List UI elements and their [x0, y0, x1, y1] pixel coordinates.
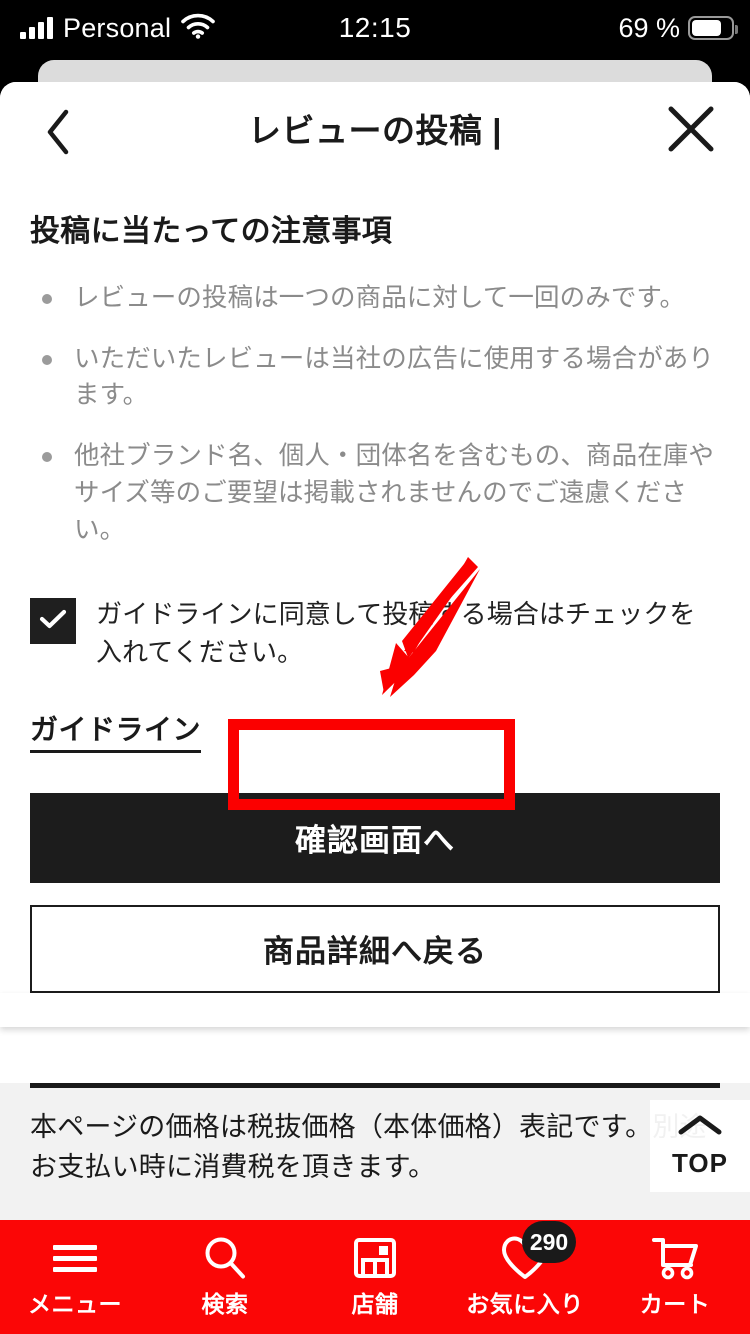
- status-bar: Personal 12:15 69 %: [0, 0, 750, 56]
- nav-item-menu[interactable]: メニュー: [0, 1220, 150, 1334]
- search-icon: [202, 1235, 248, 1281]
- guideline-link[interactable]: ガイドライン: [30, 708, 202, 753]
- footer-top-rule: [30, 1082, 720, 1088]
- review-modal-sheet: レビューの投稿 | 投稿に当たっての注意事項 レビューの投稿は一つの商品に対して…: [0, 82, 750, 1334]
- back-to-product-button[interactable]: 商品詳細へ戻る: [30, 904, 720, 993]
- list-item: レビューの投稿は一つの商品に対して一回のみです。: [30, 280, 720, 317]
- footer-tax-note: 本ページの価格は税抜価格（本体価格）表記です。別途お支払い時に消費税を頂きます。: [30, 1111, 707, 1182]
- sheet-divider-shadow: [0, 992, 750, 1027]
- heart-icon: 290: [500, 1221, 576, 1281]
- nav-label: お気に入り: [466, 1291, 584, 1317]
- confirm-screen-button[interactable]: 確認画面へ: [30, 792, 720, 883]
- scroll-to-top-label: TOP: [672, 1148, 728, 1178]
- nav-label: メニュー: [28, 1291, 122, 1317]
- nav-item-cart[interactable]: カート: [600, 1220, 750, 1334]
- list-item: いただいたレビューは当社の広告に使用する場合があります。: [30, 341, 720, 414]
- checkmark-icon: [39, 608, 67, 635]
- nav-label: 店舗: [351, 1291, 399, 1317]
- scroll-to-top-button[interactable]: TOP: [650, 1100, 750, 1192]
- notes-list: レビューの投稿は一つの商品に対して一回のみです。 いただいたレビューは当社の広告…: [30, 280, 720, 548]
- nav-item-search[interactable]: 検索: [150, 1220, 300, 1334]
- favorites-badge: 290: [522, 1221, 576, 1263]
- section-title: 投稿に当たっての注意事項: [30, 215, 393, 248]
- battery-icon: [688, 16, 738, 40]
- status-bar-right: 69 %: [618, 0, 738, 56]
- agreement-row[interactable]: ガイドラインに同意して投稿する場合はチェックを入れてください。: [30, 596, 720, 671]
- close-button[interactable]: [660, 100, 722, 162]
- phone-screen: Personal 12:15 69 % レビューの投稿 | 投稿に当たっての注意…: [0, 0, 750, 1334]
- hamburger-menu-icon: [53, 1235, 97, 1281]
- close-x-icon: [665, 103, 717, 160]
- nav-label: カート: [639, 1291, 711, 1317]
- modal-body: 投稿に当たっての注意事項 レビューの投稿は一つの商品に対して一回のみです。 いた…: [0, 206, 750, 993]
- nav-item-store[interactable]: 店舗: [300, 1220, 450, 1334]
- modal-header: レビューの投稿 |: [0, 82, 750, 184]
- agreement-label: ガイドラインに同意して投稿する場合はチェックを入れてください。: [96, 599, 696, 667]
- list-item: 他社ブランド名、個人・団体名を含むもの、商品在庫やサイズ等のご要望は掲載されませ…: [30, 438, 720, 548]
- nav-item-favorites[interactable]: 290 お気に入り: [450, 1220, 600, 1334]
- nav-label: 検索: [201, 1291, 249, 1317]
- chevron-up-icon: [677, 1113, 723, 1142]
- agreement-checkbox[interactable]: [30, 598, 76, 645]
- page-title: レビューの投稿 |: [248, 112, 502, 149]
- bottom-navigation: メニュー 検索 店舗 290 お気に入り カート: [0, 1220, 750, 1334]
- store-icon: [352, 1235, 398, 1281]
- battery-percent-label: 69 %: [618, 12, 680, 43]
- cart-icon: [650, 1235, 700, 1281]
